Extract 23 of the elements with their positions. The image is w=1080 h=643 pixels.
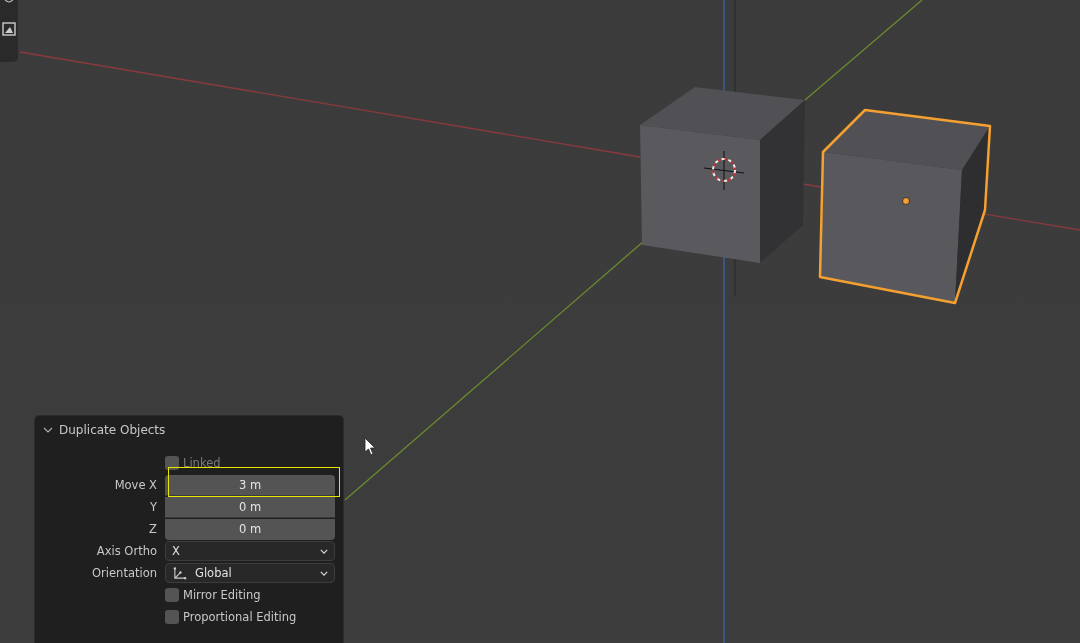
- panel-title[interactable]: Duplicate Objects: [59, 423, 166, 437]
- checkbox[interactable]: [165, 588, 179, 602]
- field-label: Move X: [113, 477, 157, 494]
- field-label: Y: [148, 499, 157, 516]
- caret-icon: [320, 570, 328, 576]
- mouse-pointer-icon: [364, 437, 376, 456]
- caret-icon: [320, 548, 328, 554]
- dropdown-field[interactable]: X: [165, 541, 335, 561]
- checkbox-label: Linked: [183, 456, 221, 470]
- checkbox-label: Mirror Editing: [183, 588, 261, 602]
- dropdown-field[interactable]: Global: [165, 563, 335, 583]
- field-label: Axis Ortho: [95, 543, 157, 560]
- number-field[interactable]: 0 m: [165, 519, 335, 540]
- number-field[interactable]: 0 m: [165, 497, 335, 518]
- field-label: Z: [148, 521, 157, 538]
- scale-icon[interactable]: [2, 22, 16, 36]
- 3d-cursor-icon: [703, 150, 745, 191]
- number-field[interactable]: 3 m: [165, 475, 335, 496]
- checkbox[interactable]: [165, 610, 179, 624]
- chevron-icon[interactable]: [43, 425, 53, 435]
- origin-dot: [902, 197, 910, 205]
- checkbox-label: Proportional Editing: [183, 610, 297, 624]
- field-label: Orientation: [91, 565, 157, 582]
